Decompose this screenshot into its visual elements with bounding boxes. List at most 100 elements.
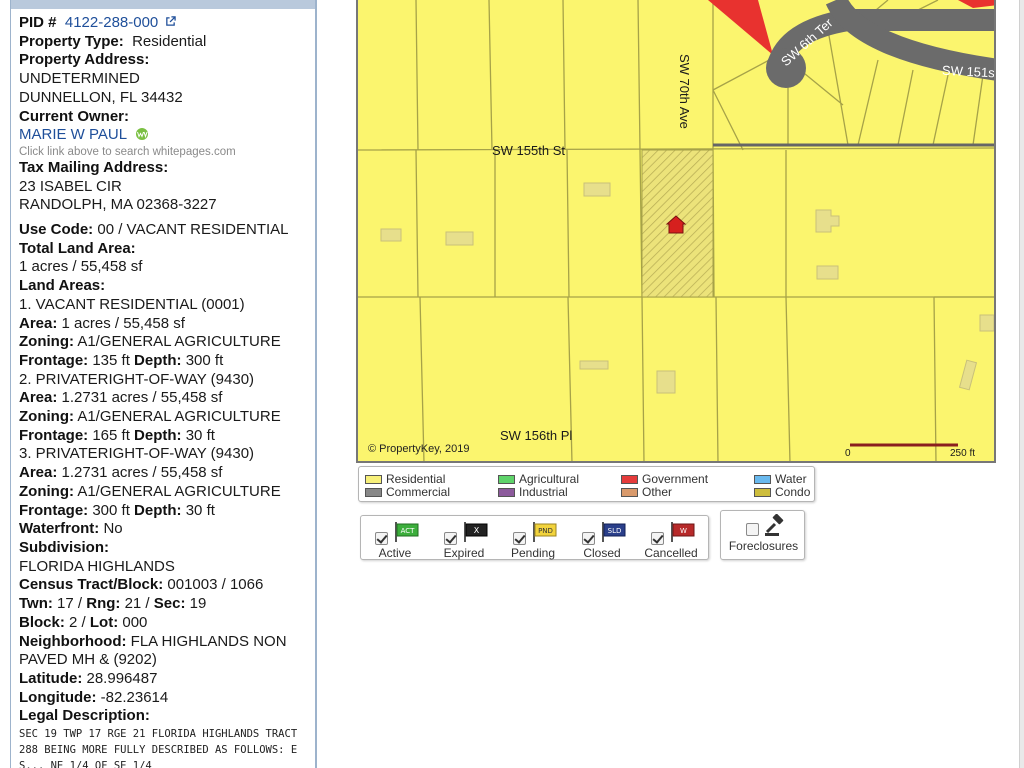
frontage-label: Frontage: (19, 426, 89, 444)
filter-closed-checkbox[interactable] (582, 532, 595, 545)
legal-description-line3: S... NE 1/4 OF SE 1/4 (19, 760, 152, 768)
longitude-label: Longitude: (19, 688, 97, 706)
land-area-title: 2. PRIVATERIGHT-OF-WAY (9430) (19, 370, 255, 388)
zoning-label: Zoning: (19, 482, 74, 500)
lot-label: Lot: (89, 613, 119, 631)
area-value: 1.2731 acres / 55,458 sf (61, 389, 223, 407)
neighborhood-label: Neighborhood: (19, 632, 127, 650)
area-label: Area: (19, 389, 58, 407)
waterfront-label: Waterfront: (19, 520, 100, 538)
filter-pending[interactable]: PND Pending (499, 522, 565, 560)
page-scrollbar[interactable] (1019, 0, 1024, 768)
filter-pending-checkbox[interactable] (513, 532, 526, 545)
filter-expired[interactable]: X Expired (430, 522, 496, 560)
zoning-label: Zoning: (19, 408, 74, 426)
tax-mailing-line2: RANDOLPH, MA 02368-3227 (19, 196, 217, 214)
zoning-value: A1/GENERAL AGRICULTURE (77, 482, 281, 500)
owner-name-link[interactable]: MARIE W PAUL (19, 126, 127, 143)
legend-item-commercial: Commercial (365, 485, 450, 499)
sec-label: Sec: (153, 595, 186, 613)
legend-item-residential: Residential (365, 472, 445, 486)
filter-cancelled-checkbox[interactable] (651, 532, 664, 545)
filter-cancelled[interactable]: W Cancelled (637, 522, 703, 560)
pid-link[interactable]: 4122-288-000 (65, 14, 158, 31)
property-address-line2: DUNNELLON, FL 34432 (19, 88, 183, 106)
area-label: Area: (19, 314, 58, 332)
gavel-icon (765, 514, 784, 536)
parcel-map[interactable]: SW 70th Ave SW 155th St SW 156th Pl SW 6… (356, 0, 996, 463)
whitepages-hint: Click link above to search whitepages.co… (19, 145, 236, 158)
legal-description-label: Legal Description: (19, 707, 150, 725)
zoning-value: A1/GENERAL AGRICULTURE (77, 333, 281, 351)
neighborhood-line2: PAVED MH & (9202) (19, 651, 157, 669)
legend-item-water: Water (754, 472, 807, 486)
filter-expired-checkbox[interactable] (444, 532, 457, 545)
land-use-legend: Residential Commercial Agricultural Indu… (358, 466, 815, 502)
frontage-value: 165 ft (92, 426, 130, 444)
filter-active[interactable]: ACT Active (361, 522, 427, 560)
foreclosures-label: Foreclosures (728, 539, 799, 553)
frontage-label: Frontage: (19, 501, 89, 519)
property-address-line1: UNDETERMINED (19, 70, 140, 88)
svg-text:PND: PND (538, 527, 553, 535)
external-link-icon[interactable] (165, 16, 177, 27)
depth-value: 30 ft (185, 501, 215, 519)
expired-flag-icon: X (464, 522, 488, 542)
frontage-label: Frontage: (19, 351, 89, 369)
pid-label: PID # (19, 14, 57, 31)
filter-expired-label: Expired (443, 546, 485, 560)
filter-foreclosures[interactable]: Foreclosures (720, 510, 805, 560)
longitude-value: -82.23614 (100, 688, 169, 706)
property-info-panel: PID # 4122-288-000 Property Type: Reside… (10, 0, 317, 768)
svg-text:W: W (680, 527, 687, 535)
current-owner-label: Current Owner: (19, 107, 130, 125)
filter-closed[interactable]: SLD Closed (568, 522, 634, 560)
scale-start-label: 0 (845, 448, 851, 459)
scale-end-label: 250 ft (950, 448, 976, 459)
rng-value: 21 (124, 595, 142, 613)
sec-value: 19 (189, 595, 207, 613)
legal-description-line1: SEC 19 TWP 17 RGE 21 FLORIDA HIGHLANDS T… (19, 728, 298, 741)
filter-cancelled-label: Cancelled (644, 546, 698, 560)
svg-text:X: X (474, 526, 480, 535)
legend-swatch (365, 475, 382, 484)
land-area-title: 1. VACANT RESIDENTIAL (0001) (19, 295, 245, 313)
svg-text:SLD: SLD (608, 527, 622, 535)
pending-flag-icon: PND (533, 522, 557, 542)
land-areas-label: Land Areas: (19, 277, 106, 295)
legend-swatch (498, 475, 515, 484)
legend-swatch (754, 488, 771, 497)
whitepages-icon[interactable] (134, 128, 150, 141)
zoning-value: A1/GENERAL AGRICULTURE (77, 408, 281, 426)
closed-flag-icon: SLD (602, 522, 626, 542)
legend-swatch (498, 488, 515, 497)
tax-mailing-label: Tax Mailing Address: (19, 158, 169, 176)
tax-mailing-line1: 23 ISABEL CIR (19, 177, 122, 195)
frontage-value: 135 ft (92, 351, 130, 369)
street-label-sw-70th-ave: SW 70th Ave (677, 54, 692, 129)
legend-swatch (365, 488, 382, 497)
map-copyright: © PropertyKey, 2019 (368, 443, 470, 455)
legend-item-condo: Condo (754, 485, 810, 499)
street-label-sw-156th-pl: SW 156th Pl (500, 428, 573, 443)
census-value: 001003 / 1066 (167, 576, 264, 594)
svg-text:ACT: ACT (401, 527, 416, 535)
legend-swatch (621, 488, 638, 497)
depth-value: 30 ft (185, 426, 215, 444)
listing-status-filters: ACT Active X Expired PND Pending SLD Clo… (360, 515, 709, 560)
foreclosures-checkbox[interactable] (746, 523, 759, 536)
filter-closed-label: Closed (583, 546, 621, 560)
legal-description-line2: 288 BEING MORE FULLY DESCRIBED AS FOLLOW… (19, 744, 298, 757)
filter-active-checkbox[interactable] (375, 532, 388, 545)
area-value: 1.2731 acres / 55,458 sf (61, 464, 223, 482)
street-label-sw-151: SW 151s (941, 62, 996, 81)
twn-value: 17 (57, 595, 74, 613)
depth-label: Depth: (134, 351, 182, 369)
subdivision-label: Subdivision: (19, 538, 109, 556)
legend-item-agricultural: Agricultural (498, 472, 579, 486)
legend-item-government: Government (621, 472, 708, 486)
waterfront-value: No (103, 520, 123, 538)
area-label: Area: (19, 464, 58, 482)
depth-value: 300 ft (185, 351, 224, 369)
subdivision-value: FLORIDA HIGHLANDS (19, 557, 175, 575)
